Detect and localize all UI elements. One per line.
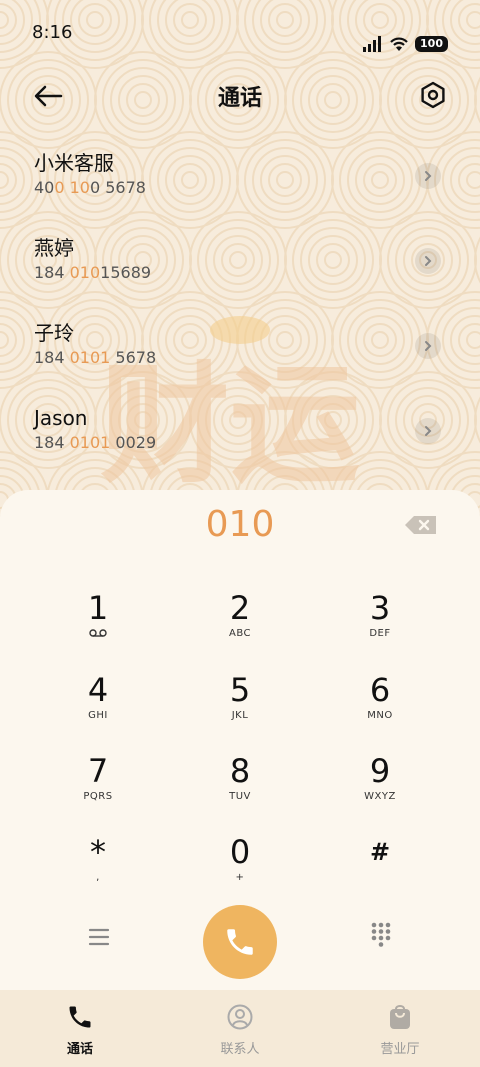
key-6[interactable]: 6 MNO <box>310 670 450 750</box>
contact-name: Jason <box>34 406 88 430</box>
menu-button[interactable] <box>84 922 114 952</box>
contact-detail-button[interactable] <box>415 163 441 189</box>
contact-list: 小米客服 400 100 5678 燕婷 184 01015689 子玲 184… <box>0 135 480 475</box>
key-9[interactable]: 9 WXYZ <box>310 751 450 831</box>
chevron-right-icon <box>425 426 432 436</box>
nav-tab-calls[interactable]: 通话 <box>0 990 160 1067</box>
nav-label: 联系人 <box>220 1042 260 1057</box>
backspace-icon <box>405 516 436 534</box>
nav-label: 通话 <box>66 1042 93 1057</box>
status-icons: 100 <box>363 22 448 66</box>
signal-icon <box>363 36 382 52</box>
chevron-right-icon <box>425 341 432 351</box>
chevron-right-icon <box>425 256 432 266</box>
contact-detail-button[interactable] <box>415 418 441 444</box>
key-3[interactable]: 3 DEF <box>310 588 450 668</box>
key-5[interactable]: 5 JKL <box>170 670 310 750</box>
contact-row[interactable]: 燕婷 184 01015689 <box>0 220 480 305</box>
nav-tab-service-hall[interactable]: 营业厅 <box>320 990 480 1067</box>
contact-row[interactable]: 子玲 184 0101 5678 <box>0 305 480 390</box>
backspace-button[interactable] <box>404 514 438 538</box>
key-8[interactable]: 8 TUV <box>170 751 310 831</box>
dialer-panel: 010 1 2 ABC 3 DEF 4 GHI 5 JKL 6 MNO 7 PQ… <box>0 490 480 990</box>
phone-icon <box>227 929 253 955</box>
phone-icon <box>65 1002 95 1032</box>
contact-detail-button[interactable] <box>415 248 441 274</box>
settings-button[interactable] <box>414 76 452 114</box>
nav-tab-contacts[interactable]: 联系人 <box>160 990 320 1067</box>
key-7[interactable]: 7 PQRS <box>28 751 168 831</box>
contact-row[interactable]: Jason 184 0101 0029 <box>0 390 480 475</box>
status-time: 8:16 <box>32 22 73 43</box>
nav-label: 营业厅 <box>380 1042 420 1057</box>
call-button[interactable] <box>203 905 277 979</box>
contact-name: 子玲 <box>34 321 74 345</box>
person-icon <box>225 1002 255 1032</box>
contact-number: 184 01015689 <box>34 263 152 282</box>
key-1[interactable]: 1 <box>28 588 168 668</box>
keypad-toggle-button[interactable] <box>366 920 396 950</box>
battery-indicator: 100 <box>415 36 448 52</box>
key-2[interactable]: 2 ABC <box>170 588 310 668</box>
bottom-nav: 通话 联系人 营业厅 <box>0 990 480 1067</box>
voicemail-icon <box>89 629 107 637</box>
contact-number: 184 0101 5678 <box>34 348 157 367</box>
status-bar: 8:16 100 <box>0 0 480 66</box>
contact-number: 400 100 5678 <box>34 178 146 197</box>
contact-row[interactable]: 小米客服 400 100 5678 <box>0 135 480 220</box>
page-title: 通话 <box>217 86 262 111</box>
contact-name: 小米客服 <box>34 151 114 175</box>
key-4[interactable]: 4 GHI <box>28 670 168 750</box>
contact-name: 燕婷 <box>34 236 74 260</box>
chevron-right-icon <box>425 171 432 181</box>
contact-number: 184 0101 0029 <box>34 433 157 452</box>
hamburger-menu-icon <box>88 928 110 946</box>
shopping-bag-icon <box>385 1002 415 1032</box>
hexagon-settings-icon <box>421 81 445 109</box>
keypad-grid-icon <box>371 922 391 947</box>
wifi-icon <box>390 37 408 51</box>
dialer-controls <box>0 900 480 990</box>
contact-detail-button[interactable] <box>415 333 441 359</box>
header: 通话 <box>0 70 480 120</box>
